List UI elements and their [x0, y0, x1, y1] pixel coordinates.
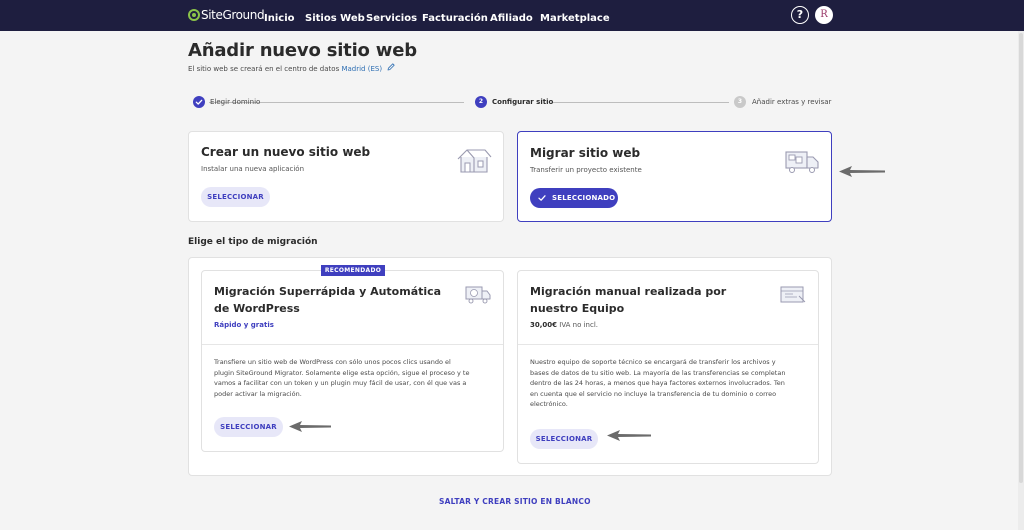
moving-truck-icon — [785, 151, 819, 173]
stepper-connector-2 — [553, 102, 729, 103]
migrate-site-title: Migrar sitio web — [530, 146, 641, 160]
create-site-title: Crear un nuevo sitio web — [201, 145, 371, 159]
siteground-logo-mark-icon — [188, 9, 200, 21]
step-2-number: 2 — [475, 96, 487, 108]
auto-migration-select-button[interactable]: SELECCIONAR — [214, 417, 283, 437]
subtitle-text: El sitio web se creará en el centro de d… — [188, 65, 340, 73]
auto-migration-title-line1: Migración Superrápida y Automática — [214, 285, 442, 298]
manual-migration-body: Nuestro equipo de soporte técnico se enc… — [530, 357, 785, 410]
manual-body-line-4: en cuenta que el servicio no incluye la … — [530, 389, 777, 398]
manual-migration-title-line2: nuestro Equipo — [530, 302, 625, 315]
manual-body-line-2: bases de datos de tu sitio web. La mayor… — [530, 368, 786, 377]
manual-body-line-5: electrónico. — [530, 400, 568, 408]
auto-migration-body: Transfiere un sitio web de WordPress con… — [214, 357, 469, 399]
price-note: IVA no incl. — [559, 321, 599, 329]
step-1-check-icon — [193, 96, 205, 108]
check-icon — [538, 195, 546, 201]
house-icon — [457, 149, 492, 173]
step-3-number: 3 — [734, 96, 746, 108]
manual-migration-select-button[interactable]: SELECCIONAR — [530, 429, 598, 449]
create-site-desc: Instalar una nueva aplicación — [201, 165, 305, 173]
create-site-select-button[interactable]: SELECCIONAR — [201, 187, 270, 207]
datacenter-link[interactable]: Madrid (ES) — [341, 65, 382, 73]
siteground-logo[interactable]: SiteGround — [188, 8, 265, 22]
auto-body-line-3: vamos a facilitar con un token y un plug… — [214, 379, 467, 387]
manual-body-line-3: dentro de las 24 horas, a menos que haya… — [530, 379, 785, 387]
migration-type-heading: Elige el tipo de migración — [188, 237, 318, 247]
nav-item-afiliado[interactable]: Afiliado — [490, 13, 533, 24]
manual-migration-boxes-icon — [780, 286, 806, 303]
manual-migration-title-line1: Migración manual realizada por — [530, 285, 727, 298]
step-3-label: Añadir extras y revisar — [752, 98, 832, 106]
page-subtitle: El sitio web se creará en el centro de d… — [188, 65, 382, 73]
skip-create-blank-site-link[interactable]: SALTAR Y CREAR SITIO EN BLANCO — [439, 497, 591, 506]
migrate-site-selected-label: SELECCIONADO — [552, 194, 616, 202]
migrate-site-card[interactable] — [517, 131, 832, 222]
auto-migration-divider — [202, 344, 503, 345]
migrate-site-selected-button[interactable]: SELECCIONADO — [530, 188, 618, 208]
help-icon[interactable]: ? — [791, 6, 809, 24]
scrollbar-thumb[interactable] — [1019, 33, 1023, 483]
nav-item-sitios-web[interactable]: Sitios Web — [305, 13, 365, 24]
manual-body-line-1: Nuestro equipo de soporte técnico se enc… — [530, 358, 776, 366]
nav-item-inicio[interactable]: Inicio — [264, 13, 295, 24]
auto-migration-tagline: Rápido y gratis — [214, 321, 274, 329]
manual-migration-divider — [518, 344, 818, 345]
auto-body-line-4: poder activar la migración. — [214, 389, 302, 398]
price-amount: 30,00€ — [530, 321, 558, 329]
manual-migration-price: 30,00€ IVA no incl. — [530, 321, 598, 329]
pencil-icon[interactable] — [386, 62, 396, 72]
recommended-badge: RECOMENDADO — [321, 265, 385, 276]
annotation-arrow-icon — [289, 421, 331, 432]
avatar[interactable]: R — [815, 6, 833, 24]
auto-body-line-2: plugin SiteGround Migrator. Solamente el… — [214, 368, 470, 377]
annotation-arrow-icon — [839, 166, 885, 177]
nav-item-marketplace[interactable]: Marketplace — [540, 13, 610, 24]
annotation-arrow-icon — [607, 430, 651, 441]
nav-item-facturacion[interactable]: Facturación — [422, 13, 488, 24]
logo-text: SiteGround — [201, 8, 265, 22]
wordpress-truck-icon — [465, 286, 491, 304]
step-1-label: Elegir dominio — [210, 98, 261, 106]
auto-migration-title-line2: de WordPress — [214, 302, 300, 315]
migrate-site-desc: Transferir un proyecto existente — [530, 166, 642, 174]
page-title: Añadir nuevo sitio web — [188, 40, 417, 61]
nav-item-servicios[interactable]: Servicios — [366, 13, 417, 24]
auto-body-line-1: Transfiere un sitio web de WordPress con… — [214, 358, 451, 366]
step-2-label: Configurar sitio — [492, 98, 554, 106]
